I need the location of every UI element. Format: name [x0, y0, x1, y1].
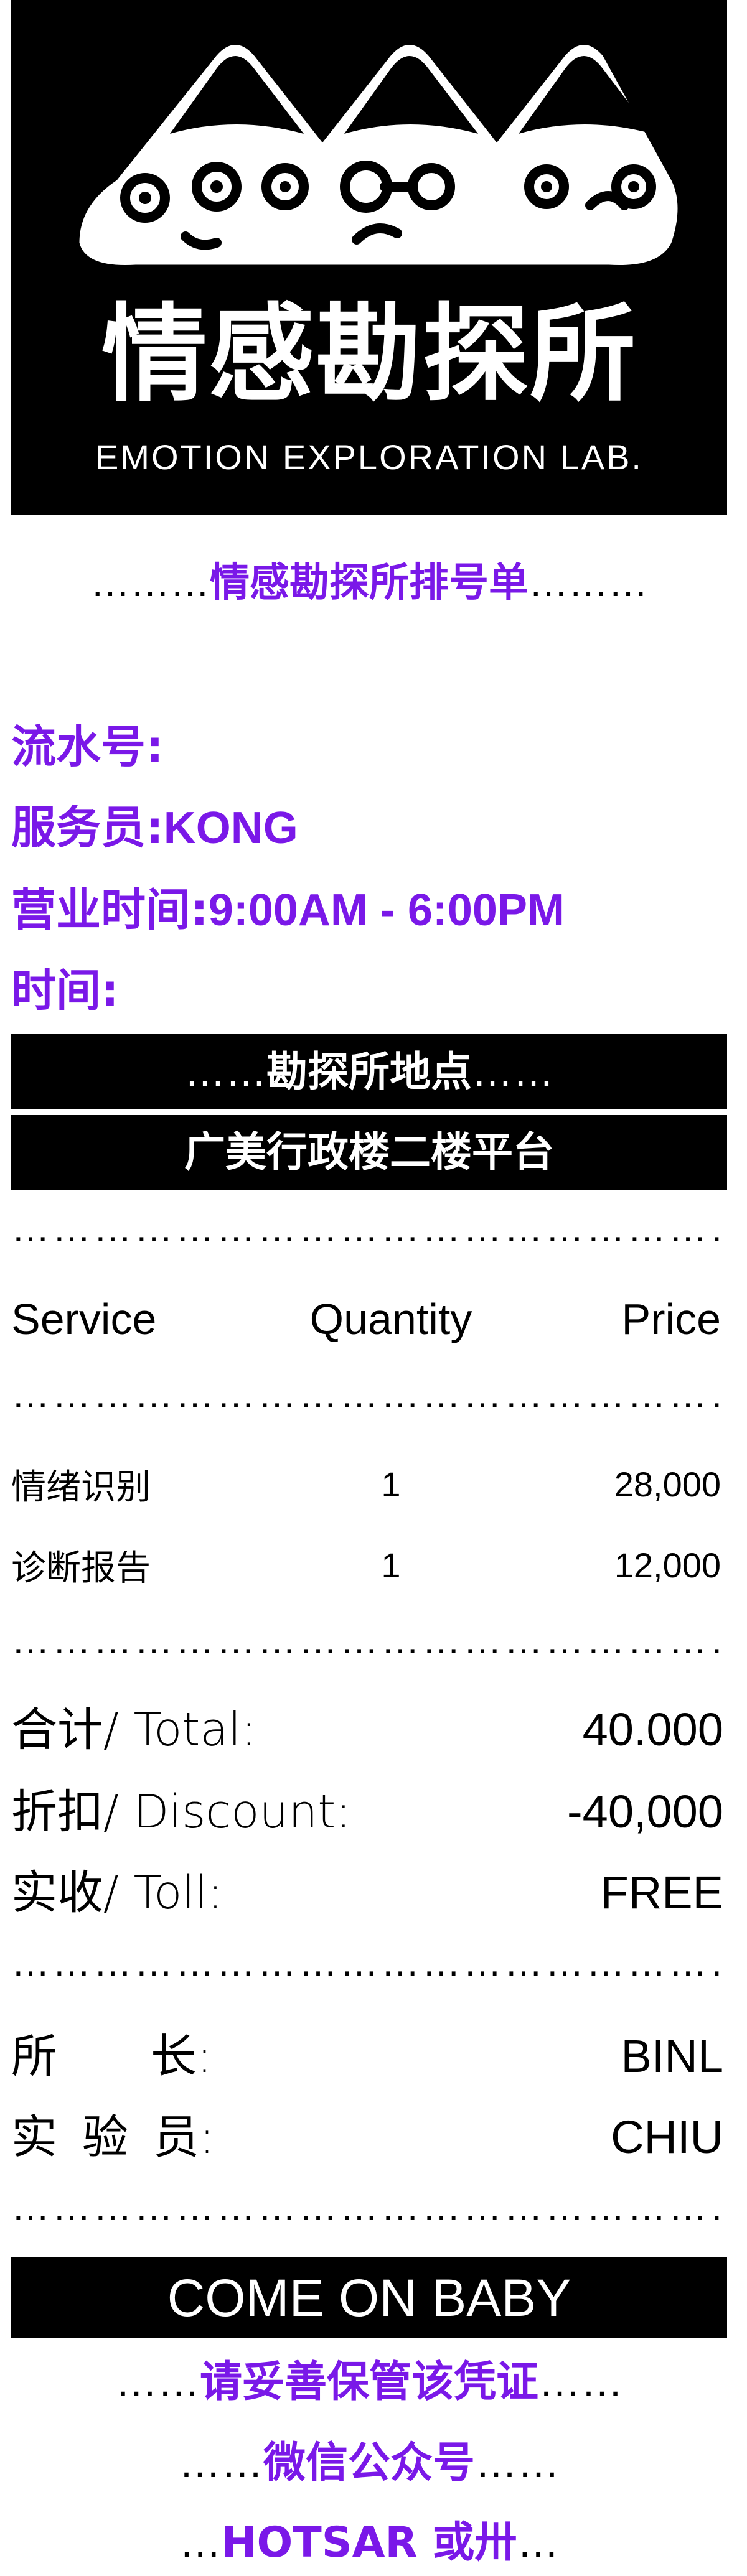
lab-staff-label-char: 实: [11, 2111, 57, 2164]
director-row: 所 长: BINL: [11, 2025, 727, 2088]
lab-staff-label: 实验员:: [11, 2106, 215, 2168]
footer-dots-left: ……: [178, 2439, 263, 2486]
receipt-title: ………情感勘探所排号单………: [11, 558, 727, 607]
location-address-bar: 广美行政楼二楼平台: [11, 1115, 727, 1190]
dotted-divider: ……………………………………………………………: [11, 1216, 727, 1241]
lab-logo: 情感勘探所 EMOTION EXPLORATION LAB.: [11, 0, 727, 515]
location-address: 广美行政楼二楼平台: [184, 1128, 554, 1176]
dotted-divider: ……………………………………………………………: [11, 1383, 727, 1407]
mascot-trio-icon: [79, 45, 678, 266]
toll-value: FREE: [600, 1867, 723, 1918]
service-quantity: 1: [381, 1464, 401, 1504]
title-dots-right: ………: [529, 560, 648, 605]
lab-staff-value: CHIU: [611, 2111, 723, 2163]
director-value: BINL: [621, 2030, 723, 2082]
service-price: 28,000: [614, 1464, 721, 1504]
total-label: 合计/ Total:: [11, 1703, 257, 1757]
footer-dots-right: …: [517, 2519, 560, 2566]
server-label: 服务员:: [11, 801, 164, 854]
director-label: 所 长:: [11, 2025, 212, 2088]
service-name: 诊断报告: [11, 1547, 151, 1589]
header-service: Service: [11, 1295, 157, 1343]
wechat-line: ……微信公众号……: [11, 2432, 727, 2494]
footer-dots-left: ……: [115, 2358, 200, 2406]
location-header-bar: ……勘探所地点……: [11, 1034, 727, 1109]
toll-label: 实收/ Toll:: [11, 1866, 223, 1920]
logo-english-name: EMOTION EXPLORATION LAB.: [95, 437, 643, 477]
dotted-divider: ……………………………………………………………: [11, 1951, 727, 1976]
time-label: 时间:: [11, 964, 119, 1017]
keep-receipt-line: ……请妥善保管该凭证……: [11, 2351, 727, 2413]
receipt-title-text: 情感勘探所排号单: [210, 560, 529, 606]
account-line: …HOTSAR 或卅…: [11, 2511, 727, 2574]
service-name: 情绪识别: [11, 1467, 151, 1508]
header-quantity: Quantity: [309, 1295, 472, 1343]
header-price: Price: [621, 1295, 721, 1343]
server-line: 服务员:KONG: [11, 800, 727, 856]
discount-label: 折扣/ Discount:: [11, 1785, 352, 1839]
lab-staff-label-char: 验: [82, 2111, 128, 2164]
footer-dots-left: …: [179, 2519, 222, 2566]
business-hours-line: 营业时间:9:00AM - 6:00PM: [11, 882, 727, 938]
table-header-row: Service Quantity Price: [11, 1291, 727, 1347]
server-value: KONG: [163, 803, 298, 853]
time-line: 时间:: [11, 963, 727, 1019]
location-header: 勘探所地点: [266, 1048, 472, 1096]
dotted-divider: ……………………………………………………………: [11, 2195, 727, 2220]
footer-dots-right: ……: [538, 2358, 623, 2406]
location-dots-left: ……: [184, 1048, 266, 1094]
service-price: 12,000: [614, 1545, 721, 1585]
discount-value: -40,000: [567, 1786, 723, 1837]
come-on-baby-banner: COME ON BABY: [11, 2257, 727, 2338]
serial-number-label: 流水号:: [11, 721, 164, 773]
title-dots-left: ………: [90, 560, 210, 605]
account-name: HOTSAR 或卅: [221, 2518, 517, 2567]
keep-receipt-text: 请妥善保管该凭证: [199, 2358, 538, 2407]
discount-row: 折扣/ Discount: -40,000: [11, 1781, 727, 1843]
toll-row: 实收/ Toll: FREE: [11, 1862, 727, 1924]
table-row: 情绪识别 1 28,000: [11, 1459, 727, 1509]
footer-dots-right: ……: [475, 2439, 560, 2486]
dotted-divider: ……………………………………………………………: [11, 1628, 727, 1653]
total-row: 合计/ Total: 40.000: [11, 1699, 727, 1761]
total-value: 40.000: [582, 1704, 723, 1755]
lab-staff-label-char: 员:: [153, 2111, 215, 2164]
business-hours-label: 营业时间:: [11, 884, 209, 936]
director-label-char: 所: [11, 2030, 57, 2083]
service-quantity: 1: [381, 1545, 401, 1585]
logo-chinese-name: 情感勘探所: [101, 293, 637, 416]
lab-staff-row: 实验员: CHIU: [11, 2106, 727, 2168]
director-label-char: 长:: [151, 2030, 212, 2083]
table-row: 诊断报告 1 12,000: [11, 1540, 727, 1590]
wechat-text: 微信公众号: [263, 2438, 475, 2488]
location-dots-right: ……: [472, 1048, 554, 1094]
business-hours-value: 9:00AM - 6:00PM: [208, 885, 565, 935]
serial-number-line: 流水号:: [11, 719, 727, 775]
